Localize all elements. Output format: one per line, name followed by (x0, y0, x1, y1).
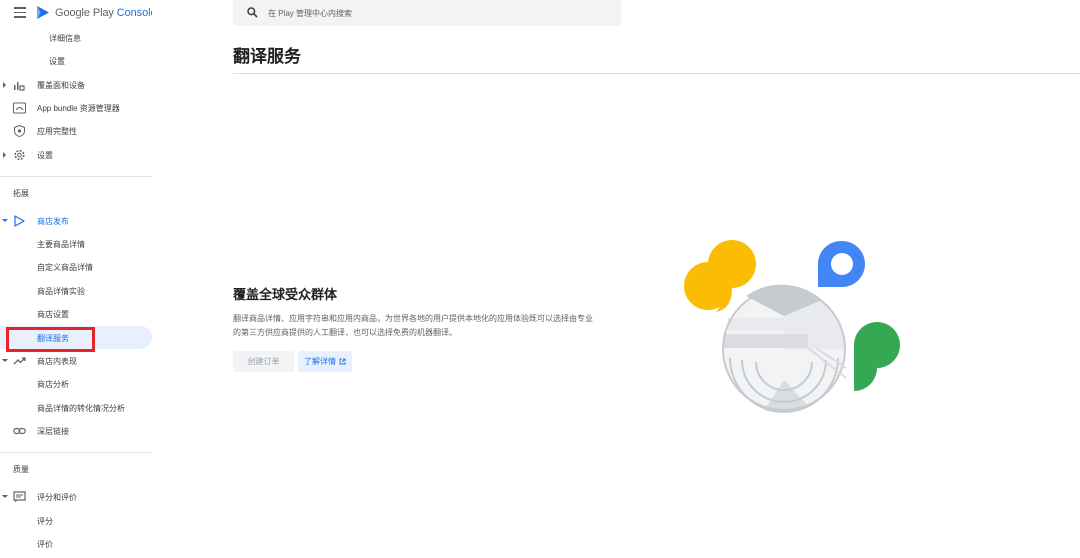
sidebar: Google Play Console 详细信息 设置 覆盖面和设备 App b… (0, 0, 152, 558)
sidebar-item-label: 设置 (49, 56, 65, 66)
shield-icon (14, 125, 25, 137)
global-search-bar[interactable] (233, 0, 621, 26)
sidebar-item-store-analysis[interactable]: 商店分析 (0, 374, 152, 394)
sidebar-header: Google Play Console (0, 0, 152, 26)
global-audience-illustration (684, 240, 900, 413)
collapse-caret-icon[interactable] (2, 359, 8, 362)
sidebar-divider (0, 452, 152, 453)
sidebar-item-label: 商店发布 (37, 216, 69, 226)
hamburger-menu-icon[interactable] (14, 7, 26, 18)
search-input[interactable] (268, 0, 608, 26)
sidebar-item-reviews[interactable]: 评价 (0, 534, 152, 554)
sidebar-item-label: 覆盖面和设备 (37, 80, 85, 90)
sidebar-item-label: 自定义商品详情 (37, 262, 93, 272)
sidebar-item-label: 商品详情实验 (37, 286, 85, 296)
app-logo-text[interactable]: Google Play Console (55, 7, 152, 19)
sidebar-item-setup[interactable]: 设置 (0, 51, 152, 71)
sidebar-item-coverage[interactable]: 覆盖面和设备 (0, 75, 152, 95)
sidebar-item-ratings-reviews[interactable]: 评分和评价 (0, 487, 152, 507)
bar-chart-icon (14, 82, 25, 91)
expand-caret-icon[interactable] (3, 152, 6, 158)
page-title: 翻译服务 (233, 47, 301, 66)
sidebar-item-listing-experiments[interactable]: 商品详情实验 (0, 281, 152, 301)
sidebar-item-conversion-analysis[interactable]: 商品详情的转化情况分析 (0, 398, 152, 418)
google-play-logo-icon (37, 6, 49, 19)
section-heading-grow: 拓展 (13, 189, 29, 198)
external-link-icon (339, 358, 346, 365)
sidebar-item-label: 商店分析 (37, 379, 69, 389)
expand-caret-icon[interactable] (3, 82, 6, 88)
learn-more-button[interactable]: 了解详情 (298, 351, 352, 372)
learn-more-label: 了解详情 (304, 357, 336, 366)
sidebar-item-label: 评价 (37, 539, 53, 549)
sidebar-item-store-settings[interactable]: 商店设置 (0, 304, 152, 324)
sidebar-item-label: 设置 (37, 150, 53, 160)
sidebar-item-store-performance[interactable]: 商店内表现 (0, 351, 152, 371)
trending-up-icon (13, 357, 26, 365)
sidebar-item-main-listing[interactable]: 主要商品详情 (0, 234, 152, 254)
sidebar-item-label: 商品详情的转化情况分析 (37, 403, 125, 413)
sidebar-divider (0, 176, 152, 177)
logo-google-play: Google Play (55, 7, 114, 19)
sidebar-item-settings[interactable]: 设置 (0, 145, 152, 165)
section-heading-quality: 质量 (13, 465, 29, 474)
create-order-button[interactable]: 创建订单 (233, 351, 294, 372)
search-icon[interactable] (247, 7, 258, 18)
gear-icon (14, 149, 25, 161)
play-store-icon (14, 215, 25, 227)
sidebar-item-label: 商店内表现 (37, 356, 77, 366)
empty-state-description: 翻译商品详情、应用字符串和应用内商品，为世界各地的用户提供本地化的应用体验既可以… (233, 314, 593, 337)
sidebar-item-app-integrity[interactable]: 应用完整性 (0, 121, 152, 141)
review-comment-icon (13, 491, 26, 503)
sidebar-item-label: 评分和评价 (37, 492, 77, 502)
sidebar-item-ratings[interactable]: 评分 (0, 511, 152, 531)
sidebar-item-label: 应用完整性 (37, 126, 77, 136)
sidebar-item-bundle-explorer[interactable]: App bundle 资源管理器 (0, 98, 152, 118)
empty-state-heading: 覆盖全球受众群体 (233, 287, 338, 302)
link-icon (13, 427, 26, 435)
sidebar-item-label: 商店设置 (37, 309, 69, 319)
sidebar-item-label: 深层链接 (37, 426, 69, 436)
sidebar-item-store-presence[interactable]: 商店发布 (0, 211, 152, 231)
sidebar-item-custom-listings[interactable]: 自定义商品详情 (0, 257, 152, 277)
sidebar-item-label: 评分 (37, 516, 53, 526)
sidebar-item-deep-links[interactable]: 深层链接 (0, 421, 152, 441)
title-divider (233, 73, 1080, 74)
sidebar-item-label: 详细信息 (49, 33, 81, 43)
android-bundle-icon (13, 102, 26, 114)
sidebar-item-label: 主要商品详情 (37, 239, 85, 249)
collapse-caret-icon[interactable] (2, 495, 8, 498)
logo-console: Console (116, 7, 152, 19)
sidebar-item-label: App bundle 资源管理器 (37, 103, 120, 113)
annotation-highlight-box (6, 327, 95, 352)
collapse-caret-icon[interactable] (2, 219, 8, 222)
sidebar-item-details[interactable]: 详细信息 (0, 28, 152, 48)
